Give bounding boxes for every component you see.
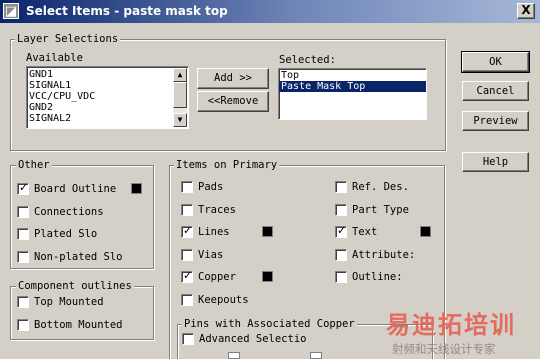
check-icon: ✓ — [19, 181, 29, 194]
available-label: Available — [26, 52, 83, 64]
keepouts-checkbox[interactable]: Keepouts — [181, 293, 249, 307]
selected-label: Selected: — [279, 54, 336, 66]
app-icon: ◪ — [3, 3, 19, 19]
checkbox-label: Top Mounted — [34, 296, 104, 308]
checkbox-label: Copper — [198, 271, 236, 283]
checkbox-label: Board Outline — [34, 183, 117, 195]
scroll-down-icon[interactable]: ▼ — [173, 113, 187, 127]
part-type-checkbox[interactable]: Part Type — [335, 203, 409, 217]
available-list-item[interactable]: VCC/CPU_VDC — [27, 91, 188, 102]
watermark-logo: 易迪拓培训 — [386, 311, 516, 339]
color-swatch[interactable] — [131, 183, 142, 194]
checkbox-box[interactable] — [17, 205, 29, 218]
checkbox-label: Pads — [198, 181, 224, 193]
check-icon: ✓ — [337, 224, 347, 237]
text-checkbox[interactable]: ✓ Text — [335, 224, 378, 239]
checkbox-box[interactable] — [17, 228, 29, 240]
available-list-item[interactable]: GND2 — [27, 102, 188, 113]
ref-des-checkbox[interactable]: Ref. Des. — [335, 180, 409, 194]
cancel-button[interactable]: Cancel — [462, 81, 529, 101]
preview-button[interactable]: Preview — [462, 111, 529, 131]
checkbox-label: Vias — [198, 248, 224, 261]
available-list-item[interactable]: GND1 — [27, 69, 188, 80]
check-icon: ✓ — [183, 269, 193, 282]
help-button[interactable]: Help — [462, 152, 529, 172]
color-swatch[interactable] — [262, 226, 273, 237]
checkbox-box[interactable] — [181, 293, 193, 306]
watermark-tagline: 射频和天线设计专家 — [392, 342, 496, 356]
partial-checkbox[interactable] — [310, 352, 322, 359]
checkbox-box[interactable]: ✓ — [181, 224, 193, 238]
pads-checkbox[interactable]: Pads — [181, 180, 223, 194]
available-list-item[interactable]: SIGNAL1 — [27, 80, 188, 91]
partial-checkbox[interactable] — [228, 352, 240, 359]
window-title: Select Items - paste mask top — [26, 4, 228, 18]
color-swatch[interactable] — [420, 226, 431, 237]
checkbox-box[interactable] — [17, 318, 29, 331]
checkbox-box[interactable] — [335, 248, 347, 261]
remove-button[interactable]: <<Remove — [197, 91, 269, 112]
available-scrollbar[interactable]: ▲ ▼ — [173, 68, 187, 127]
selected-list-item[interactable]: Top — [279, 70, 426, 81]
check-icon: ✓ — [183, 224, 193, 237]
checkbox-label: Non-plated Slo — [34, 250, 123, 263]
checkbox-box[interactable]: ✓ — [17, 181, 29, 195]
color-swatch[interactable] — [262, 271, 273, 282]
scroll-thumb[interactable] — [173, 82, 187, 108]
available-list-item[interactable]: SIGNAL2 — [27, 113, 188, 124]
layer-selections-legend: Layer Selections — [15, 33, 121, 45]
checkbox-box[interactable]: ✓ — [181, 269, 193, 283]
vias-checkbox[interactable]: Vias — [181, 248, 223, 262]
connections-checkbox[interactable]: Connections — [17, 205, 104, 219]
items-on-primary-legend: Items on Primary — [174, 159, 280, 171]
add-button[interactable]: Add >> — [197, 68, 269, 89]
checkbox-box[interactable] — [335, 271, 347, 283]
outline-checkbox[interactable]: Outline: — [335, 270, 403, 284]
scroll-up-icon[interactable]: ▲ — [173, 68, 187, 82]
selected-list-item[interactable]: Paste Mask Top — [279, 81, 426, 92]
lines-checkbox[interactable]: ✓ Lines — [181, 224, 230, 239]
checkbox-label: Keepouts — [198, 293, 249, 306]
available-listbox[interactable]: GND1 SIGNAL1 VCC/CPU_VDC GND2 SIGNAL2 ▲ ▼ — [26, 66, 189, 129]
checkbox-label: Lines — [198, 226, 230, 238]
other-legend: Other — [16, 159, 52, 171]
checkbox-label: Part Type — [352, 203, 409, 216]
checkbox-label: Ref. Des. — [352, 181, 409, 193]
checkbox-label: Plated Slo — [34, 228, 98, 240]
checkbox-label: Attribute: — [352, 248, 416, 261]
checkbox-box[interactable] — [17, 296, 29, 308]
checkbox-label: Bottom Mounted — [34, 318, 123, 331]
checkbox-label: Traces — [198, 203, 236, 216]
advanced-selection-checkbox[interactable]: Advanced Selectio — [182, 332, 306, 346]
checkbox-box[interactable] — [181, 248, 193, 261]
top-mounted-checkbox[interactable]: Top Mounted — [17, 295, 104, 309]
selected-listbox[interactable]: Top Paste Mask Top — [278, 68, 427, 120]
non-plated-slo-checkbox[interactable]: Non-plated Slo — [17, 250, 123, 264]
component-outlines-legend: Component outlines — [16, 280, 134, 292]
bottom-mounted-checkbox[interactable]: Bottom Mounted — [17, 318, 123, 332]
checkbox-box[interactable]: ✓ — [335, 224, 347, 238]
close-button[interactable]: X — [517, 3, 535, 19]
pins-copper-legend: Pins with Associated Copper — [182, 318, 357, 330]
checkbox-box[interactable] — [181, 203, 193, 216]
attribute-checkbox[interactable]: Attribute: — [335, 248, 415, 262]
checkbox-box[interactable] — [181, 181, 193, 193]
traces-checkbox[interactable]: Traces — [181, 203, 236, 217]
advanced-selection-label: Advanced Selectio — [199, 333, 307, 345]
checkbox-box[interactable] — [335, 203, 347, 216]
checkbox-label: Text — [352, 226, 378, 238]
checkbox-box[interactable] — [17, 250, 29, 263]
ok-button[interactable]: OK — [461, 51, 530, 73]
checkbox-box[interactable] — [182, 333, 194, 345]
copper-checkbox[interactable]: ✓ Copper — [181, 269, 236, 284]
board-outline-checkbox[interactable]: ✓ Board Outline — [17, 181, 117, 196]
plated-slo-checkbox[interactable]: Plated Slo — [17, 227, 97, 241]
checkbox-label: Connections — [34, 205, 104, 218]
checkbox-label: Outline: — [352, 271, 403, 283]
checkbox-box[interactable] — [335, 181, 347, 193]
